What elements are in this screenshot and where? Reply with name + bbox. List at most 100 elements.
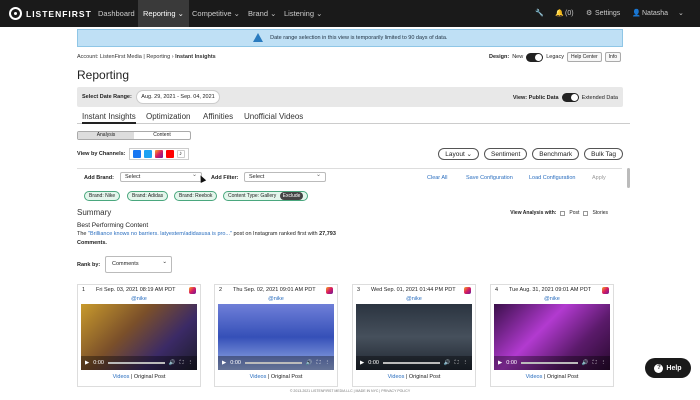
videos-link[interactable]: Videos — [388, 374, 405, 380]
brand-select[interactable]: Select — [120, 171, 202, 182]
layout-button[interactable]: Layout ⌄ — [438, 148, 480, 160]
twitter-icon[interactable] — [143, 150, 152, 158]
benchmark-button[interactable]: Benchmark — [532, 148, 580, 160]
content-option[interactable]: Content — [134, 132, 190, 139]
exclude-toggle[interactable]: Exclude — [279, 192, 304, 200]
more-icon[interactable]: ⋮ — [601, 360, 607, 366]
save-configuration-link[interactable]: Save Configuration — [466, 175, 513, 181]
video-controls[interactable]: ▶ 0:00 🔊 ⛶ ⋮ — [81, 356, 197, 370]
nav-dashboard[interactable]: Dashboard — [93, 0, 140, 27]
analysis-option[interactable]: Analysis — [78, 132, 134, 139]
tiktok-icon[interactable]: ♪ — [176, 150, 185, 158]
play-icon[interactable]: ▶ — [85, 360, 89, 366]
volume-icon[interactable]: 🔊 — [582, 360, 589, 366]
logo-icon — [9, 7, 22, 20]
content-type-chip[interactable]: Content Type: Gallery Exclude — [223, 191, 309, 201]
bell-icon[interactable]: 🔔 — [555, 0, 564, 27]
videos-link[interactable]: Videos — [250, 374, 267, 380]
wrench-icon[interactable]: 🔧 — [535, 0, 544, 27]
original-post-link[interactable]: Original Post — [409, 374, 441, 380]
fullscreen-icon[interactable]: ⛶ — [317, 360, 321, 367]
video-progress[interactable] — [244, 362, 302, 364]
filter-select[interactable]: Select — [244, 171, 326, 182]
more-icon[interactable]: ⋮ — [325, 360, 331, 366]
tab-optimization[interactable]: Optimization — [146, 112, 190, 121]
fullscreen-icon[interactable]: ⛶ — [455, 360, 459, 367]
post-card: 1 Fri Sep. 03, 2021 08:19 AM PDT @nike ▶ 0… — [77, 284, 201, 387]
volume-icon[interactable]: 🔊 — [169, 360, 176, 366]
breadcrumb-account[interactable]: Account: ListenFirst Media — [77, 54, 142, 60]
stories-checkbox[interactable] — [583, 210, 589, 216]
rank-select[interactable]: Comments — [105, 255, 172, 273]
video-controls[interactable]: ▶ 0:00 🔊 ⛶ ⋮ — [356, 356, 472, 370]
date-range-picker[interactable]: Aug. 29, 2021 - Sep. 04, 2021 — [136, 90, 220, 104]
clear-all-link[interactable]: Clear All — [427, 175, 447, 181]
notification-count[interactable]: (0) — [565, 0, 574, 27]
original-post-link[interactable]: Original Post — [547, 374, 579, 380]
volume-icon[interactable]: 🔊 — [444, 360, 451, 366]
play-icon[interactable]: ▶ — [360, 360, 364, 366]
videos-link[interactable]: Videos — [526, 374, 543, 380]
nav-reporting[interactable]: Reporting ⌄ — [138, 0, 189, 27]
gear-icon[interactable]: ⚙ — [586, 0, 592, 27]
facebook-icon[interactable] — [132, 150, 141, 158]
card-date: Thu Sep. 02, 2021 09:01 AM PDT — [233, 287, 316, 293]
date-range-bar: Select Date Range: Aug. 29, 2021 - Sep. … — [77, 87, 623, 107]
original-post-link[interactable]: Original Post — [271, 374, 303, 380]
volume-icon[interactable]: 🔊 — [306, 360, 313, 366]
settings-link[interactable]: Settings — [595, 0, 620, 27]
info-button[interactable]: Info — [604, 52, 621, 62]
videos-link[interactable]: Videos — [113, 374, 130, 380]
tab-instant-insights[interactable]: Instant Insights — [82, 112, 136, 124]
help-center-button[interactable]: Help Center — [566, 52, 602, 62]
sentiment-button[interactable]: Sentiment — [484, 148, 528, 160]
data-toggle[interactable] — [561, 93, 579, 102]
video-player[interactable]: ▶ 0:00 🔊 ⛶ ⋮ — [218, 304, 334, 370]
question-icon: ? — [654, 363, 664, 373]
play-icon[interactable]: ▶ — [498, 360, 502, 366]
more-icon[interactable]: ⋮ — [463, 360, 469, 366]
post-checkbox[interactable] — [560, 210, 566, 216]
fullscreen-icon[interactable]: ⛶ — [180, 360, 184, 367]
video-progress[interactable] — [107, 362, 165, 364]
bulk-tag-button[interactable]: Bulk Tag — [584, 148, 623, 160]
video-controls[interactable]: ▶ 0:00 🔊 ⛶ ⋮ — [218, 356, 334, 370]
video-player[interactable]: ▶ 0:00 🔊 ⛶ ⋮ — [81, 304, 197, 370]
design-toggle[interactable] — [526, 52, 544, 62]
video-progress[interactable] — [382, 362, 440, 364]
video-player[interactable]: ▶ 0:00 🔊 ⛶ ⋮ — [494, 304, 610, 370]
card-user[interactable]: @nike — [78, 296, 200, 302]
nav-competitive[interactable]: Competitive ⌄ — [187, 0, 245, 27]
user-name[interactable]: Natasha — [642, 0, 668, 27]
design-new-label: New — [512, 54, 524, 60]
nav-listening[interactable]: Listening ⌄ — [279, 0, 327, 27]
breadcrumb-reporting[interactable]: Reporting — [146, 54, 170, 60]
chevron-down-icon[interactable]: ⌄ — [678, 0, 684, 27]
filter-scrollbar[interactable] — [627, 168, 630, 188]
more-icon[interactable]: ⋮ — [188, 360, 194, 366]
apply-button[interactable]: Apply — [592, 175, 606, 181]
best-post-link[interactable]: "Brilliance knows no barriers. latyestem… — [88, 231, 232, 237]
brand-chip-nike[interactable]: Brand: Nike — [84, 191, 121, 201]
brand-chip-reebok[interactable]: Brand: Reebok — [174, 191, 218, 201]
listenfirst-logo[interactable]: LISTENFIRST — [9, 7, 92, 20]
instagram-icon[interactable] — [154, 150, 163, 158]
video-player[interactable]: ▶ 0:00 🔊 ⛶ ⋮ — [356, 304, 472, 370]
user-icon[interactable]: 👤 — [632, 0, 641, 27]
help-button[interactable]: ? Help — [645, 358, 691, 378]
play-icon[interactable]: ▶ — [222, 360, 226, 366]
load-configuration-link[interactable]: Load Configuration — [529, 175, 575, 181]
youtube-icon[interactable] — [165, 150, 174, 158]
tab-affinities[interactable]: Affinities — [203, 112, 233, 121]
video-time: 0:00 — [230, 360, 241, 366]
card-user[interactable]: @nike — [353, 296, 475, 302]
original-post-link[interactable]: Original Post — [134, 374, 166, 380]
fullscreen-icon[interactable]: ⛶ — [593, 360, 597, 367]
nav-brand[interactable]: Brand ⌄ — [243, 0, 281, 27]
card-user[interactable]: @nike — [491, 296, 613, 302]
brand-chip-adidas[interactable]: Brand: Adidas — [127, 191, 169, 201]
video-controls[interactable]: ▶ 0:00 🔊 ⛶ ⋮ — [494, 356, 610, 370]
tab-unofficial-videos[interactable]: Unofficial Videos — [244, 112, 303, 121]
video-progress[interactable] — [520, 362, 578, 364]
card-user[interactable]: @nike — [215, 296, 337, 302]
